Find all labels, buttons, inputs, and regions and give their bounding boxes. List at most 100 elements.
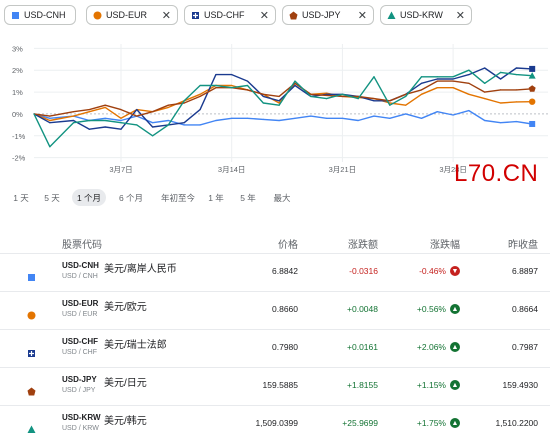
percent-value: +2.06% bbox=[416, 342, 446, 352]
close-icon[interactable]: ✕ bbox=[358, 9, 367, 22]
change-value: +25.9699 bbox=[342, 418, 378, 428]
data-point bbox=[405, 104, 407, 106]
data-point bbox=[436, 80, 438, 82]
data-point bbox=[88, 108, 90, 111]
data-point bbox=[49, 117, 51, 119]
circle-marker-icon bbox=[92, 10, 102, 20]
arrow-up-icon: ▲ bbox=[450, 418, 460, 428]
data-point bbox=[199, 108, 201, 111]
percent-change: +1.75% ▲ bbox=[417, 418, 460, 428]
change-value: +1.8155 bbox=[347, 380, 378, 390]
table-row[interactable]: USD-EUR 美元/欧元 USD / EUR 0.8660 +0.0048 +0.56%… bbox=[0, 291, 550, 330]
table-row[interactable]: USD-JPY 美元/日元 USD / JPY 159.5885 +1.8155 +1.1… bbox=[0, 367, 550, 406]
price-value: 6.8842 bbox=[272, 266, 298, 276]
chip-usd-chf[interactable]: USD-CHF ✕ bbox=[184, 5, 276, 25]
chip-usd-cnh[interactable]: USD-CNH bbox=[4, 5, 76, 25]
data-point bbox=[231, 73, 233, 76]
data-point bbox=[199, 84, 201, 87]
data-point bbox=[452, 114, 454, 116]
close-icon[interactable]: ✕ bbox=[162, 9, 171, 22]
data-point bbox=[499, 102, 502, 104]
data-point bbox=[515, 120, 517, 123]
data-point bbox=[262, 102, 264, 104]
data-point bbox=[88, 111, 90, 113]
data-point bbox=[499, 122, 502, 124]
data-point bbox=[341, 117, 343, 119]
price-value: 1,509.0399 bbox=[255, 418, 298, 428]
range-option[interactable]: 5 年 bbox=[238, 189, 258, 206]
data-point bbox=[420, 76, 423, 78]
data-point bbox=[357, 119, 359, 122]
chip-usd-eur[interactable]: USD-EUR ✕ bbox=[86, 5, 178, 25]
data-point bbox=[515, 73, 517, 76]
ticker-name: 美元/离岸人民币 bbox=[104, 264, 177, 275]
range-option[interactable]: 最大 bbox=[270, 189, 294, 206]
range-option[interactable]: 1 天 bbox=[12, 189, 30, 206]
data-point bbox=[373, 115, 375, 117]
data-point bbox=[310, 115, 312, 117]
chip-label: USD-KRW bbox=[400, 10, 443, 20]
table-row[interactable]: USD-KRW 美元/韩元 USD / KRW 1,509.0399 +25.9699 +… bbox=[0, 405, 550, 444]
price-value: 0.7980 bbox=[272, 342, 298, 352]
close-icon[interactable]: ✕ bbox=[260, 9, 269, 22]
header-pct: 涨跌幅 bbox=[430, 240, 460, 251]
data-point bbox=[262, 93, 264, 95]
data-point bbox=[120, 117, 122, 119]
series-end-marker bbox=[529, 65, 536, 72]
data-point bbox=[199, 95, 201, 98]
data-point bbox=[436, 78, 438, 80]
table-row[interactable]: USD-CHF 美元/瑞士法郎 USD / CHF 0.7980 +0.0161 +2.0… bbox=[0, 329, 550, 368]
data-point bbox=[484, 82, 486, 84]
data-point bbox=[341, 95, 343, 98]
data-point bbox=[152, 135, 154, 137]
circle-marker-icon bbox=[27, 307, 36, 320]
data-point bbox=[72, 122, 75, 124]
data-point bbox=[33, 113, 35, 115]
percent-change: +2.06% ▲ bbox=[417, 342, 460, 352]
range-option[interactable]: 5 天 bbox=[42, 189, 62, 206]
data-point bbox=[49, 146, 51, 148]
range-option[interactable]: 1 个月 bbox=[72, 189, 106, 206]
chip-usd-jpy[interactable]: USD-JPY ✕ bbox=[282, 5, 374, 25]
data-point bbox=[499, 71, 502, 74]
data-point bbox=[468, 93, 470, 95]
data-point bbox=[420, 89, 423, 91]
data-point bbox=[468, 69, 470, 71]
data-point bbox=[246, 80, 249, 82]
data-point bbox=[499, 78, 502, 80]
data-point bbox=[104, 119, 106, 122]
data-point bbox=[120, 108, 122, 111]
data-point bbox=[436, 111, 438, 113]
percent-change: +1.15% ▲ bbox=[417, 380, 460, 390]
data-point bbox=[436, 87, 438, 89]
chip-usd-krw[interactable]: USD-KRW ✕ bbox=[380, 5, 472, 25]
table-row[interactable]: USD-CNH 美元/离岸人民币 USD / CNH 6.8842 -0.0316 -0.… bbox=[0, 253, 550, 292]
data-point bbox=[452, 76, 454, 78]
data-point bbox=[420, 82, 423, 84]
ticker-code: USD-CNH bbox=[62, 261, 99, 270]
data-point bbox=[278, 100, 280, 102]
range-option[interactable]: 年初至今 bbox=[156, 189, 200, 206]
data-point bbox=[136, 115, 138, 117]
triangle-marker-icon bbox=[386, 10, 396, 20]
data-point bbox=[183, 100, 185, 102]
data-point bbox=[231, 117, 233, 119]
ticker-subtitle: USD / EUR bbox=[62, 311, 98, 318]
data-point bbox=[325, 117, 328, 119]
range-option[interactable]: 6 个月 bbox=[114, 189, 148, 206]
data-point bbox=[405, 95, 407, 98]
data-point bbox=[49, 122, 51, 124]
header-change: 涨跌额 bbox=[348, 240, 378, 251]
range-option[interactable]: 1 年 bbox=[206, 189, 226, 206]
data-point bbox=[484, 98, 486, 100]
data-point bbox=[452, 87, 454, 89]
ticker-subtitle: USD / CHF bbox=[62, 349, 97, 356]
y-tick-label: 1% bbox=[12, 88, 23, 97]
y-tick-label: 3% bbox=[12, 44, 23, 53]
data-point bbox=[515, 89, 517, 91]
header-price: 价格 bbox=[278, 240, 298, 251]
price-value: 159.5885 bbox=[262, 380, 298, 390]
header-code: 股票代码 bbox=[62, 240, 102, 251]
data-point bbox=[389, 117, 391, 119]
close-icon[interactable]: ✕ bbox=[456, 9, 465, 22]
